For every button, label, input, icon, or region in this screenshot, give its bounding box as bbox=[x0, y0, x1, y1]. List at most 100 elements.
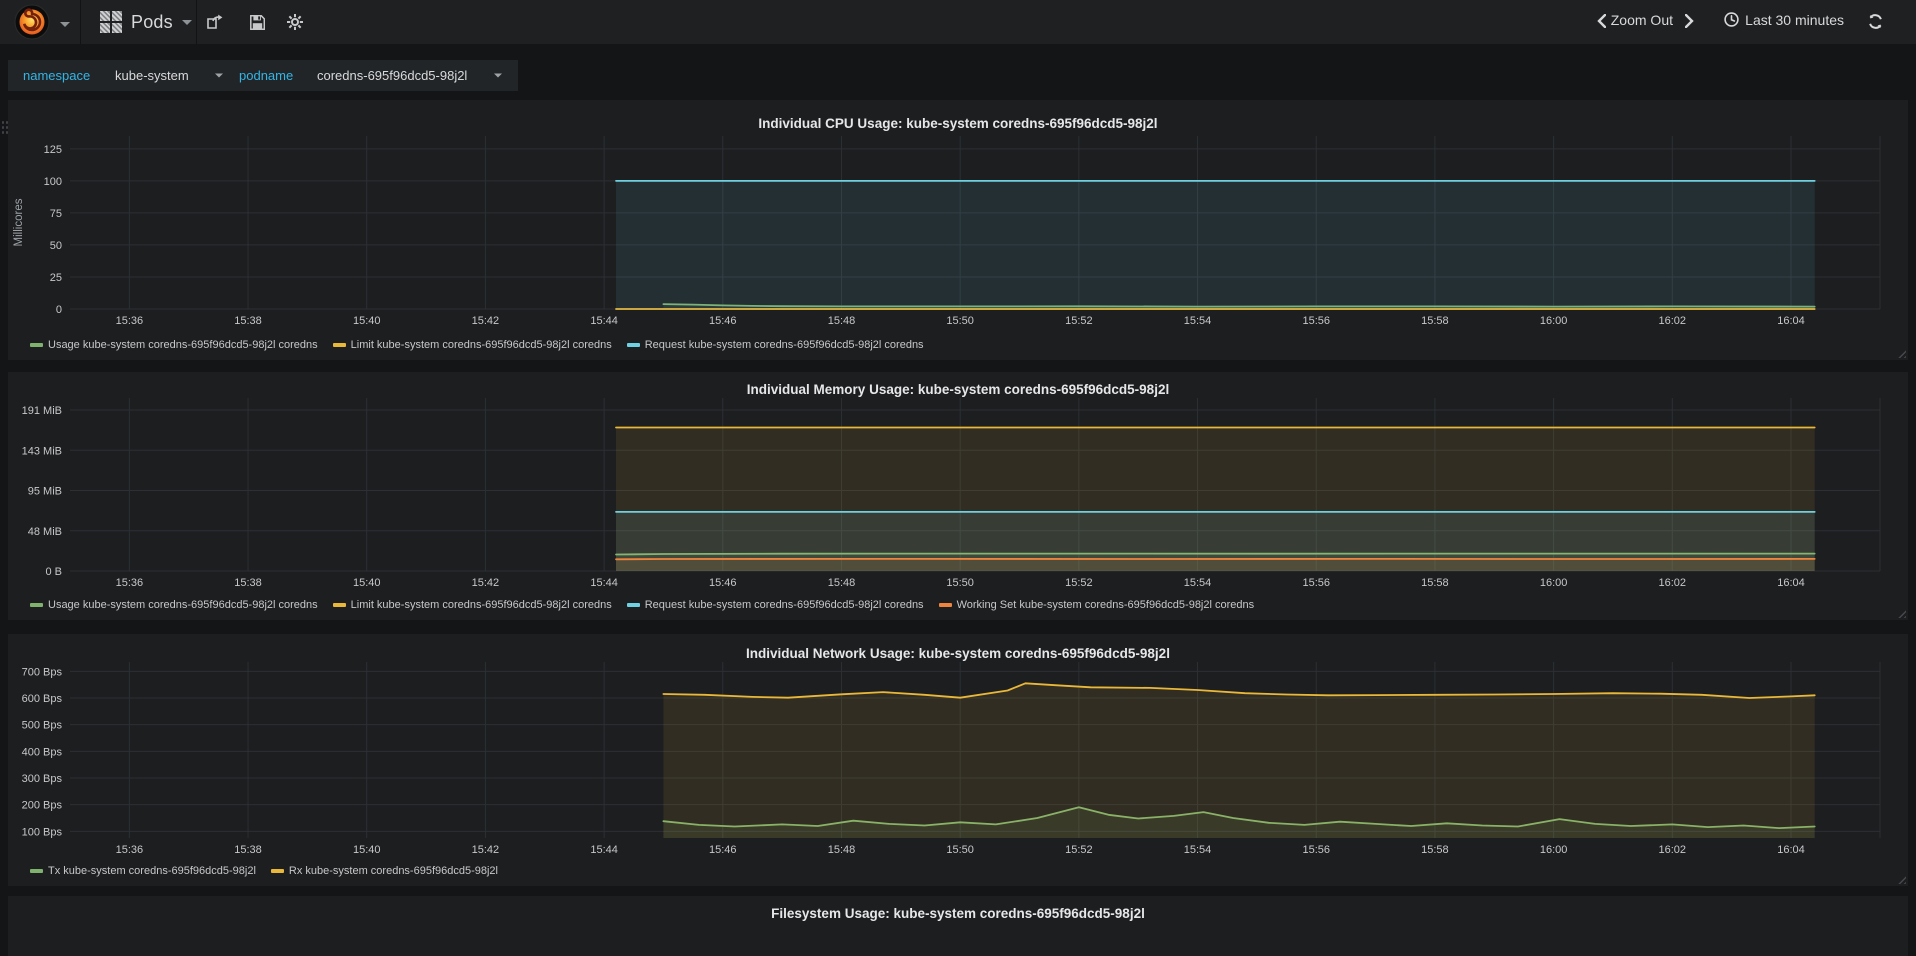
dashboard-title: Pods bbox=[131, 11, 173, 32]
cpu-chart-legend: Usage kube-system coredns-695f96dcd5-98j… bbox=[30, 339, 924, 351]
svg-text:16:04: 16:04 bbox=[1777, 577, 1805, 589]
legend-item[interactable]: Request kube-system coredns-695f96dcd5-9… bbox=[626, 599, 924, 611]
legend-item[interactable]: Limit kube-system coredns-695f96dcd5-98j… bbox=[332, 599, 612, 611]
variable-label-podname: podname bbox=[224, 60, 309, 91]
share-icon bbox=[207, 14, 223, 29]
svg-text:15:44: 15:44 bbox=[590, 844, 618, 856]
svg-text:15:46: 15:46 bbox=[709, 577, 737, 589]
cpu-chart-plot[interactable]: 15:36 15:38 15:40 15:42 15:44 15:46 15:48 15:50… bbox=[8, 100, 1908, 360]
variable-label-namespace: namespace bbox=[8, 60, 106, 91]
legend-series-color bbox=[626, 343, 640, 347]
svg-text:15:42: 15:42 bbox=[472, 315, 500, 327]
time-range-label: Last 30 minutes bbox=[1745, 12, 1844, 28]
svg-text:15:48: 15:48 bbox=[828, 577, 856, 589]
legend-item[interactable]: Working Set kube-system coredns-695f96dc… bbox=[938, 599, 1255, 611]
zoom-out-button[interactable]: Zoom Out bbox=[1611, 12, 1673, 28]
svg-text:75: 75 bbox=[50, 208, 62, 220]
dashboard-picker[interactable]: Pods bbox=[86, 0, 206, 44]
panel-drag-handle[interactable] bbox=[1, 120, 8, 136]
save-icon bbox=[249, 14, 265, 30]
svg-text:15:44: 15:44 bbox=[590, 315, 618, 327]
panel-network-usage: Individual Network Usage: kube-system co… bbox=[8, 634, 1908, 886]
legend-item[interactable]: Usage kube-system coredns-695f96dcd5-98j… bbox=[30, 599, 318, 611]
legend-series-label: Usage kube-system coredns-695f96dcd5-98j… bbox=[48, 339, 318, 351]
svg-text:15:58: 15:58 bbox=[1421, 577, 1449, 589]
svg-text:100: 100 bbox=[44, 176, 62, 188]
legend-series-label: Tx kube-system coredns-695f96dcd5-98j2l bbox=[48, 865, 256, 877]
network-chart-plot[interactable]: 15:36 15:38 15:40 15:42 15:44 15:46 15:48 15:50… bbox=[8, 634, 1908, 886]
svg-text:15:56: 15:56 bbox=[1302, 844, 1330, 856]
svg-text:191 MiB: 191 MiB bbox=[22, 405, 62, 417]
svg-text:16:02: 16:02 bbox=[1659, 577, 1687, 589]
panel-title-filesystem[interactable]: Filesystem Usage: kube-system coredns-69… bbox=[8, 906, 1908, 921]
svg-text:15:40: 15:40 bbox=[353, 844, 381, 856]
svg-text:Millicores: Millicores bbox=[13, 198, 25, 246]
svg-text:15:50: 15:50 bbox=[946, 315, 974, 327]
svg-text:16:04: 16:04 bbox=[1777, 844, 1805, 856]
svg-text:15:54: 15:54 bbox=[1184, 844, 1212, 856]
svg-text:15:36: 15:36 bbox=[116, 844, 144, 856]
svg-text:143 MiB: 143 MiB bbox=[22, 445, 62, 457]
legend-series-label: Rx kube-system coredns-695f96dcd5-98j2l bbox=[288, 865, 498, 877]
svg-text:15:42: 15:42 bbox=[472, 844, 500, 856]
svg-text:16:00: 16:00 bbox=[1540, 315, 1568, 327]
svg-text:15:38: 15:38 bbox=[234, 315, 262, 327]
svg-text:15:38: 15:38 bbox=[234, 577, 262, 589]
svg-text:16:00: 16:00 bbox=[1540, 844, 1568, 856]
svg-text:15:48: 15:48 bbox=[828, 315, 856, 327]
network-chart-legend: Tx kube-system coredns-695f96dcd5-98j2l R… bbox=[30, 865, 498, 877]
svg-text:50: 50 bbox=[50, 240, 62, 252]
dashboard-settings-button[interactable] bbox=[282, 11, 308, 33]
chevron-left-icon bbox=[1597, 13, 1607, 29]
time-shift-forward-button[interactable] bbox=[1684, 13, 1694, 31]
variable-value-namespace[interactable]: kube-system bbox=[100, 60, 239, 91]
legend-series-color bbox=[938, 603, 952, 607]
save-dashboard-button[interactable] bbox=[244, 11, 270, 33]
svg-text:15:58: 15:58 bbox=[1421, 844, 1449, 856]
legend-item[interactable]: Tx kube-system coredns-695f96dcd5-98j2l bbox=[30, 865, 256, 877]
logo-caret-icon bbox=[60, 22, 70, 27]
grafana-logo-icon bbox=[14, 4, 50, 40]
variable-value-podname[interactable]: coredns-695f96dcd5-98j2l bbox=[302, 60, 518, 91]
svg-text:15:54: 15:54 bbox=[1184, 315, 1212, 327]
svg-text:48 MiB: 48 MiB bbox=[28, 526, 62, 538]
svg-text:25: 25 bbox=[50, 272, 62, 284]
legend-series-color bbox=[332, 603, 346, 607]
legend-item[interactable]: Request kube-system coredns-695f96dcd5-9… bbox=[626, 339, 924, 351]
panel-filesystem-usage: Filesystem Usage: kube-system coredns-69… bbox=[8, 896, 1908, 956]
legend-series-label: Working Set kube-system coredns-695f96dc… bbox=[956, 599, 1255, 611]
svg-text:15:50: 15:50 bbox=[946, 844, 974, 856]
legend-series-label: Limit kube-system coredns-695f96dcd5-98j… bbox=[350, 599, 612, 611]
panel-memory-usage: Individual Memory Usage: kube-system cor… bbox=[8, 372, 1908, 620]
grafana-logo-button[interactable] bbox=[8, 3, 74, 41]
svg-text:500 Bps: 500 Bps bbox=[22, 720, 63, 732]
svg-text:300 Bps: 300 Bps bbox=[22, 773, 63, 785]
time-range-picker[interactable]: Last 30 minutes bbox=[1724, 12, 1844, 28]
template-variables-row: namespace kube-system podname coredns-69… bbox=[0, 44, 1916, 96]
svg-text:16:02: 16:02 bbox=[1659, 844, 1687, 856]
gear-icon bbox=[287, 14, 303, 30]
svg-text:15:46: 15:46 bbox=[709, 844, 737, 856]
legend-series-label: Limit kube-system coredns-695f96dcd5-98j… bbox=[350, 339, 612, 351]
svg-text:15:38: 15:38 bbox=[234, 844, 262, 856]
memory-chart-plot[interactable]: 15:36 15:38 15:40 15:42 15:44 15:46 15:48 15:50… bbox=[8, 372, 1908, 620]
refresh-button[interactable] bbox=[1867, 13, 1884, 33]
legend-series-label: Request kube-system coredns-695f96dcd5-9… bbox=[644, 339, 924, 351]
nav-divider bbox=[80, 0, 81, 44]
svg-text:15:52: 15:52 bbox=[1065, 844, 1093, 856]
legend-series-label: Request kube-system coredns-695f96dcd5-9… bbox=[644, 599, 924, 611]
svg-text:400 Bps: 400 Bps bbox=[22, 746, 63, 758]
svg-text:100 Bps: 100 Bps bbox=[22, 826, 63, 838]
dashboard-caret-icon bbox=[181, 19, 192, 25]
refresh-icon bbox=[1869, 14, 1882, 29]
legend-series-label: Usage kube-system coredns-695f96dcd5-98j… bbox=[48, 599, 318, 611]
legend-item[interactable]: Limit kube-system coredns-695f96dcd5-98j… bbox=[332, 339, 612, 351]
legend-item[interactable]: Rx kube-system coredns-695f96dcd5-98j2l bbox=[270, 865, 498, 877]
share-dashboard-button[interactable] bbox=[202, 11, 228, 33]
time-shift-back-button[interactable] bbox=[1597, 13, 1607, 31]
svg-text:15:48: 15:48 bbox=[828, 844, 856, 856]
svg-text:15:58: 15:58 bbox=[1421, 315, 1449, 327]
nav-divider-2 bbox=[196, 0, 197, 44]
legend-item[interactable]: Usage kube-system coredns-695f96dcd5-98j… bbox=[30, 339, 318, 351]
dashboard-grid-icon bbox=[100, 11, 122, 33]
